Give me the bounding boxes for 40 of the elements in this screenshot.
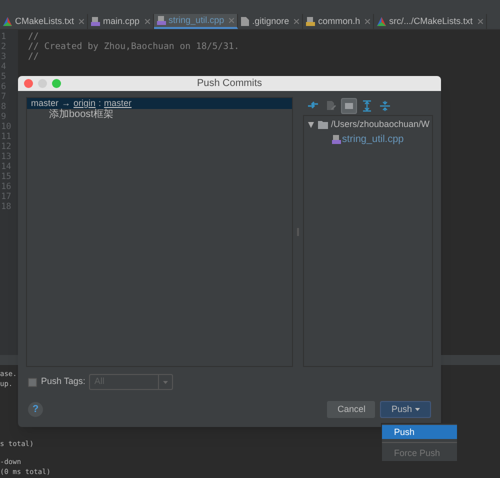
caret-icon [415,408,420,411]
close-icon[interactable] [229,18,234,23]
file-icon [156,16,166,25]
close-icon[interactable] [24,79,33,88]
push-button[interactable]: Push [380,401,431,418]
editor-tab[interactable]: src/.../CMakeLists.txt [374,14,487,29]
collapse-all-icon [379,100,391,112]
editor-tab[interactable]: common.h [303,14,374,29]
close-icon[interactable] [294,19,300,24]
code-line: // Created by Zhou,Baochuan on 18/5/31. [28,42,240,52]
branch-row[interactable]: master → origin : master [27,98,292,109]
close-icon[interactable] [79,19,84,24]
editor-tab[interactable]: main.cpp [88,14,154,29]
close-icon[interactable] [478,19,483,24]
editor-tab[interactable]: CMakeLists.txt [0,14,88,29]
close-icon[interactable] [365,19,370,24]
toolbar-button[interactable] [341,98,357,114]
editor-tab[interactable]: .gitignore [238,14,304,29]
commit-row[interactable]: 添加boost框架 [27,109,292,121]
caret-icon [163,380,168,384]
triangle-logo-icon [3,17,12,26]
edit-icon [325,100,337,112]
code-line: // [28,32,40,42]
window-title: Push Commits [196,77,262,91]
tree-folder[interactable]: /Users/zhoubaochuan/W [331,118,430,132]
file-icon [91,17,100,26]
document-icon [241,17,250,26]
code-line: // [28,52,40,62]
zoom-icon[interactable] [52,79,61,88]
menu-item[interactable]: Push [382,425,457,439]
tree-file[interactable]: string_util.cpp [342,132,404,146]
expand-all-icon [361,100,373,112]
checkbox-label: Push Tags: [41,375,86,388]
file-icon [306,17,316,26]
checkbox[interactable] [28,378,37,386]
triangle-logo-icon [377,17,386,26]
close-icon[interactable] [144,19,150,24]
cancel-button[interactable]: Cancel [327,401,376,418]
toolbar-button[interactable] [377,98,393,114]
file-icon [332,134,341,144]
